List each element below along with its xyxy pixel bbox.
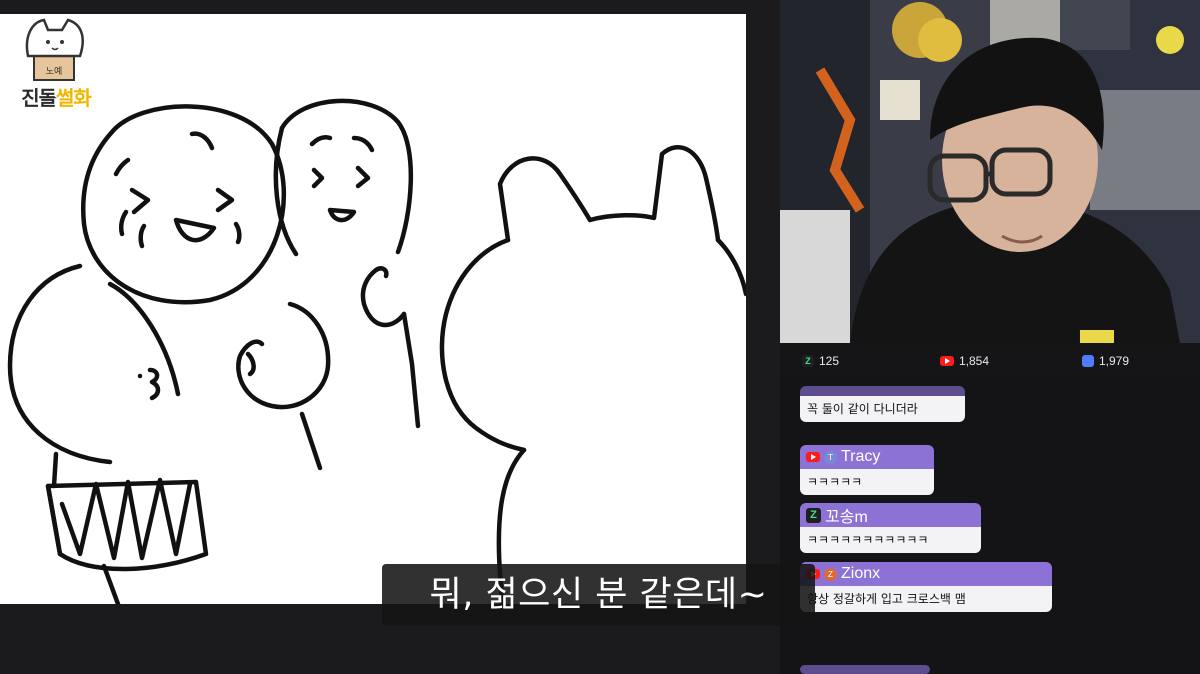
chat-message: Z 꼬송m ㅋㅋㅋㅋㅋㅋㅋㅋㅋㅋㅋ [800, 503, 981, 553]
viewer-count-youtube: 1,854 [940, 353, 989, 369]
chat-username: Tracy [841, 448, 881, 465]
avatar: T [824, 450, 837, 464]
viewer-count-value: 1,854 [959, 354, 990, 368]
channel-logo: 노예 진돌썰화 [6, 16, 106, 116]
chat-message-partial [800, 665, 930, 674]
logo-box-label: 노예 [46, 66, 63, 77]
youtube-icon [806, 452, 820, 462]
chat-message: 꼭 둘이 같이 다니더라 [800, 386, 965, 422]
subtitle-caption: 뭐, 젊으신 분 같은데~ [382, 564, 815, 626]
viewer-count-chzzk: Z 125 [802, 353, 839, 369]
youtube-icon [940, 356, 954, 366]
chat-username-row: Z 꼬송m [800, 503, 981, 527]
sketch-drawing [7, 98, 746, 604]
viewer-count-bar: Z 125 1,854 1,979 [780, 343, 1200, 379]
chzzk-icon: Z [806, 507, 821, 523]
webcam-feed [780, 0, 1200, 343]
chat-message: Z Zionx 항상 정갈하게 입고 크로스백 맴 [800, 562, 1052, 612]
soop-icon [1082, 355, 1094, 367]
chat-username: 꼬송m [825, 509, 868, 526]
chat-username: Zionx [841, 565, 881, 582]
drawing-canvas: 노예 진돌썰화 [0, 14, 746, 604]
chat-overlay: 꼭 둘이 같이 다니더라 T Tracy ㅋㅋㅋㅋㅋ Z 꼬송m ㅋㅋㅋㅋㅋㅋㅋ… [780, 379, 1200, 674]
viewer-count-value: 125 [819, 354, 840, 368]
avatar: Z [824, 567, 837, 581]
mascot-cat-icon: 노예 [25, 18, 84, 81]
chat-text: 항상 정갈하게 입고 크로스백 맴 [800, 586, 1052, 612]
logo-text: 진돌썰화 [21, 86, 92, 110]
chzzk-icon: Z [802, 355, 814, 367]
chat-text: ㅋㅋㅋㅋㅋ [800, 469, 934, 495]
chat-username-row: T Tracy [800, 445, 934, 469]
chat-username-row [800, 386, 965, 396]
streamer-webcam-image [780, 0, 1200, 343]
viewer-count-value: 1,979 [1099, 354, 1130, 368]
chat-username-row: Z Zionx [800, 562, 1052, 586]
viewer-count-soop: 1,979 [1082, 353, 1129, 369]
chat-text: 꼭 둘이 같이 다니더라 [800, 396, 965, 422]
chat-message: T Tracy ㅋㅋㅋㅋㅋ [800, 445, 934, 495]
chat-text: ㅋㅋㅋㅋㅋㅋㅋㅋㅋㅋㅋ [800, 527, 981, 553]
